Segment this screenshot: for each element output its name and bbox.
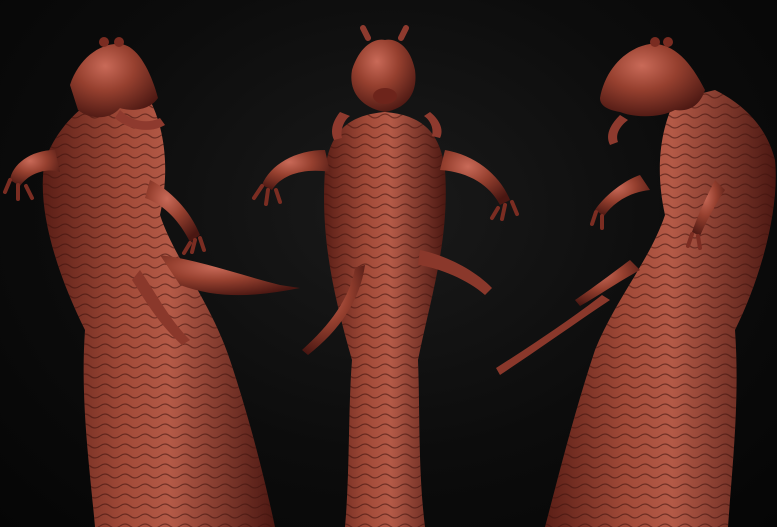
sculpt-viewport bbox=[0, 0, 777, 527]
creature-renders bbox=[3, 25, 776, 527]
creature-right-view bbox=[496, 37, 776, 527]
creature-front-view bbox=[252, 25, 519, 527]
creature-left-view bbox=[3, 37, 300, 527]
